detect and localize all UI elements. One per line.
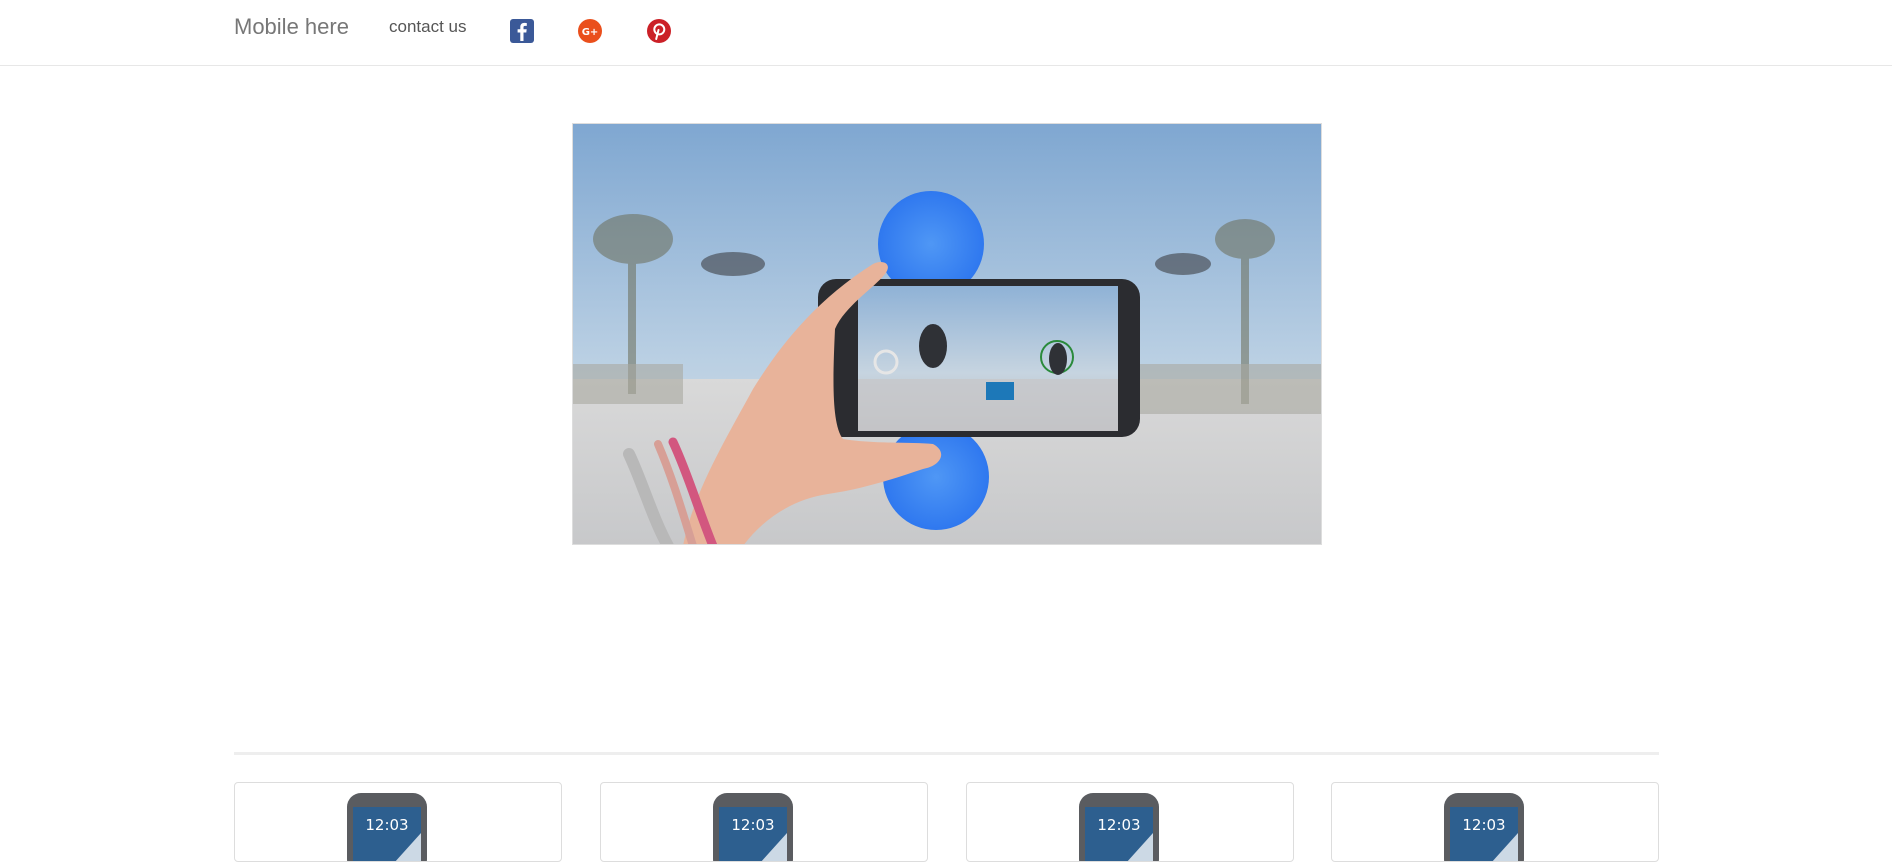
- product-card[interactable]: 12:03: [1331, 782, 1659, 862]
- facebook-icon[interactable]: [510, 19, 534, 43]
- pinterest-icon[interactable]: [647, 19, 671, 43]
- phone-screen-time: 12:03: [365, 816, 409, 834]
- product-card[interactable]: 12:03: [600, 782, 928, 862]
- product-card[interactable]: 12:03: [966, 782, 1294, 862]
- contact-us-link[interactable]: contact us: [389, 17, 467, 37]
- phone-screen-time: 12:03: [1462, 816, 1506, 834]
- section-divider: [234, 752, 1659, 755]
- phone-screen-time: 12:03: [1097, 816, 1141, 834]
- phone-screen-time: 12:03: [731, 816, 775, 834]
- navbar: Mobile here contact us G+: [0, 0, 1892, 66]
- brand-link[interactable]: Mobile here: [234, 14, 349, 40]
- product-card[interactable]: 12:03: [234, 782, 562, 862]
- hero-image: [572, 123, 1322, 545]
- svg-text:G+: G+: [582, 27, 599, 38]
- google-plus-icon[interactable]: G+: [578, 19, 602, 43]
